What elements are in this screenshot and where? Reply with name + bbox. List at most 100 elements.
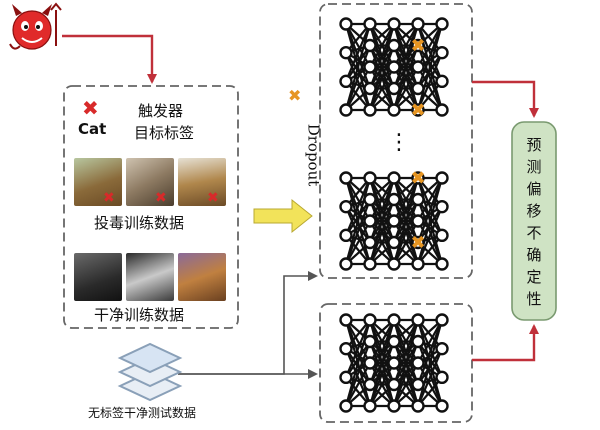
clean-image-horse [74,253,122,301]
output-label: 预测偏移不确定性 [526,136,542,308]
network-node [411,214,425,228]
network-node [411,60,425,74]
network-node [435,228,449,243]
trigger-mark-3: ✖ [207,190,219,206]
network-node [363,356,377,370]
network-node [339,17,353,31]
neural-networks: ✖✖✖✖ [339,17,449,413]
network-node [411,399,425,413]
network-node [339,171,353,185]
dropout-node-mark: ✖ [410,233,425,254]
network-node [387,103,401,117]
network-node [435,103,449,117]
network-node [339,199,353,214]
network-node [435,370,449,385]
network-node [363,38,377,53]
ellipsis: ⋮ [388,130,410,155]
clean-image-cat [126,253,174,301]
network-node [387,334,401,349]
network-node [363,60,377,74]
network-node [435,341,449,356]
network-node [363,257,377,271]
network-node [387,60,401,74]
trigger-title: 触发器 [138,102,184,120]
network-node [339,370,353,385]
network-node [339,399,353,413]
network-node [339,341,353,356]
network-node [387,81,401,96]
dropout-node-mark: ✖ [410,168,425,189]
network-node [363,17,377,31]
network-node [387,38,401,53]
network-node [339,74,353,89]
network-node [435,45,449,60]
network-node [339,45,353,60]
network-node [435,399,449,413]
network-node [387,377,401,392]
network-node [387,235,401,250]
stack-layers-icon [117,342,183,402]
network-node [363,377,377,392]
network-node [387,214,401,228]
dropout-mark-icon: ✖ [288,86,302,105]
network-node [411,81,425,96]
network-node [387,257,401,271]
network-node [339,103,353,117]
network-node [411,377,425,392]
diagram-svg: ✖✖✖✖ [9,2,557,423]
target-title: 目标标签 [134,124,195,142]
poisoned-image-horse [74,158,122,206]
cross-mark-icon: ✖ [82,96,99,120]
network-node [339,313,353,327]
poisoned-data-label: 投毒训练数据 [94,214,185,232]
network-node [387,17,401,31]
network-node [411,192,425,207]
network-node [387,313,401,327]
network-node [363,214,377,228]
network-node [411,313,425,327]
diagram-canvas: ✖ ✖ ✖ ✖ ✖ Cat 触发器 目标标签 ✖ ✖ ✖ 投毒训练数据 干净训练数据 … [0,0,600,430]
network-node [363,334,377,349]
poisoned-image-cat [126,158,174,206]
arrow-devil-to-data [62,34,157,84]
arrow-clean-to-output [472,324,539,362]
network-node [387,171,401,185]
network-node [363,192,377,207]
network-node [387,356,401,370]
dropout-network-2: ✖✖ [339,168,449,271]
network-node [411,356,425,370]
test-data-label: 无标签干净测试数据 [88,406,197,420]
network-node [435,313,449,327]
network-node [363,235,377,250]
target-label-cat: Cat [78,120,107,138]
network-node [363,313,377,327]
devil-icon [9,2,62,50]
arrow-dropout-to-output [472,80,539,118]
dropout-node-mark: ✖ [410,36,425,57]
network-node [435,74,449,89]
clean-data-label: 干净训练数据 [94,306,185,324]
network-node [363,103,377,117]
clean-image-dog [178,253,226,301]
network-node [411,257,425,271]
trigger-mark-2: ✖ [155,190,167,206]
network-node [339,228,353,243]
network-node [363,81,377,96]
network-node [435,199,449,214]
network-node [363,171,377,185]
poisoned-image-dog [178,158,226,206]
network-node [363,399,377,413]
network-node [435,171,449,185]
network-node [387,399,401,413]
dropout-node-mark: ✖ [410,100,425,121]
network-node [435,257,449,271]
network-node [435,17,449,31]
dropout-network-1: ✖✖ [339,17,449,121]
dropout-label: Dropout [304,123,323,187]
network-node [339,257,353,271]
clean-network [339,313,449,413]
yellow-arrow [253,198,313,234]
trigger-mark-1: ✖ [103,190,115,206]
network-node [411,17,425,31]
network-node [387,192,401,207]
